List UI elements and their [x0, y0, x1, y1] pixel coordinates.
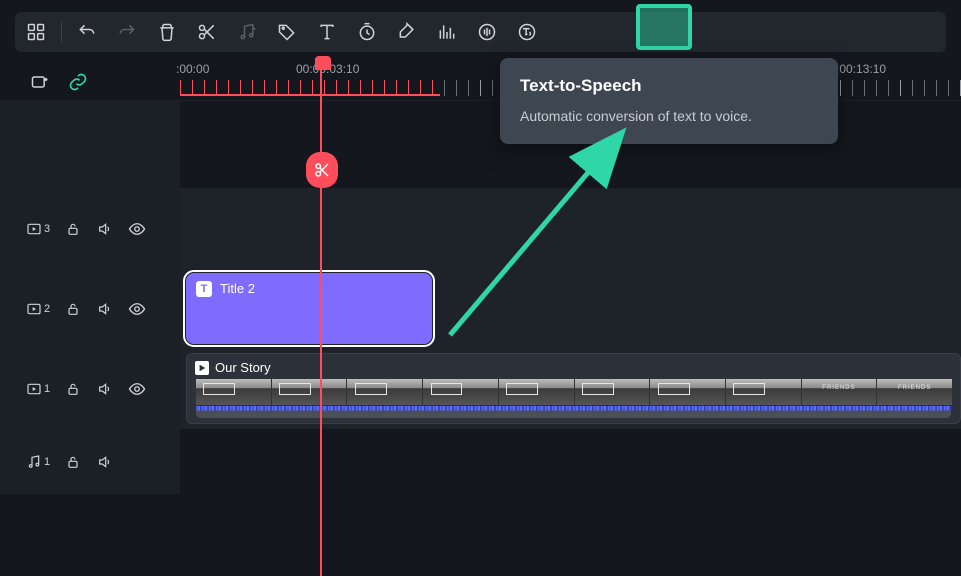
equalizer-icon[interactable] — [436, 21, 458, 43]
ruler-label: :00:13:10 — [836, 62, 886, 76]
ruler-label: :00:00 — [176, 62, 209, 76]
track-audio-1: 1 — [0, 428, 961, 494]
clip-title-2[interactable]: T Title 2 — [186, 273, 432, 344]
mute-icon[interactable] — [96, 300, 114, 318]
ruler-active-region — [180, 80, 440, 96]
mute-icon[interactable] — [96, 220, 114, 238]
tooltip-body: Automatic conversion of text to voice. — [520, 108, 818, 124]
track-type-icon: 3 — [26, 221, 50, 237]
clip-thumbnails — [195, 379, 952, 405]
track-lane[interactable]: T Title 2 — [180, 269, 961, 348]
lock-icon[interactable] — [64, 220, 82, 238]
track-index: 1 — [44, 456, 50, 468]
tooltip-title: Text-to-Speech — [520, 76, 818, 96]
ruler-label: 00:00:03:10 — [296, 62, 359, 76]
redo-icon[interactable] — [116, 21, 138, 43]
track-lane[interactable] — [180, 189, 961, 268]
clip-waveform — [195, 405, 952, 419]
delete-icon[interactable] — [156, 21, 178, 43]
tag-icon[interactable] — [276, 21, 298, 43]
text-icon[interactable] — [316, 21, 338, 43]
lock-icon[interactable] — [64, 300, 82, 318]
tracks-area: 3 2 T Title 2 — [0, 100, 961, 576]
visible-icon[interactable] — [128, 380, 146, 398]
track-video-1: 1 Our Story — [0, 348, 961, 428]
track-type-icon: 2 — [26, 301, 50, 317]
clip-our-story[interactable]: Our Story — [186, 353, 961, 424]
track-index: 2 — [44, 303, 50, 315]
track-head: 2 — [0, 269, 180, 348]
track-type-icon: 1 — [26, 381, 50, 397]
text-to-speech-icon[interactable] — [516, 21, 538, 43]
track-type-icon: 1 — [26, 454, 50, 470]
track-head: 1 — [0, 349, 180, 428]
mute-icon[interactable] — [96, 453, 114, 471]
tts-tooltip: Text-to-Speech Automatic conversion of t… — [500, 58, 838, 144]
lock-icon[interactable] — [64, 453, 82, 471]
track-head-empty — [0, 101, 180, 188]
audio-noise-icon[interactable] — [476, 21, 498, 43]
title-clip-icon: T — [196, 281, 212, 297]
timer-icon[interactable] — [356, 21, 378, 43]
undo-icon[interactable] — [76, 21, 98, 43]
track-lane[interactable] — [180, 429, 961, 494]
music-beat-icon[interactable] — [236, 21, 258, 43]
link-icon[interactable] — [68, 72, 88, 92]
add-track-icon[interactable] — [30, 72, 50, 92]
track-lane[interactable]: Our Story — [180, 349, 961, 428]
clip-label: Our Story — [215, 360, 271, 375]
mute-icon[interactable] — [96, 380, 114, 398]
clip-label: Title 2 — [220, 281, 255, 296]
track-head: 1 — [0, 429, 180, 494]
track-video-2: 2 T Title 2 — [0, 268, 961, 348]
ruler-controls — [0, 62, 180, 102]
visible-icon[interactable] — [128, 300, 146, 318]
lock-icon[interactable] — [64, 380, 82, 398]
toolbar — [15, 12, 946, 52]
track-video-3: 3 — [0, 188, 961, 268]
track-index: 1 — [44, 383, 50, 395]
visible-icon[interactable] — [128, 220, 146, 238]
paint-icon[interactable] — [396, 21, 418, 43]
cut-icon[interactable] — [196, 21, 218, 43]
apps-icon[interactable] — [25, 21, 47, 43]
toolbar-separator — [61, 22, 62, 42]
track-index: 3 — [44, 223, 50, 235]
track-head: 3 — [0, 189, 180, 268]
play-icon — [195, 361, 209, 375]
